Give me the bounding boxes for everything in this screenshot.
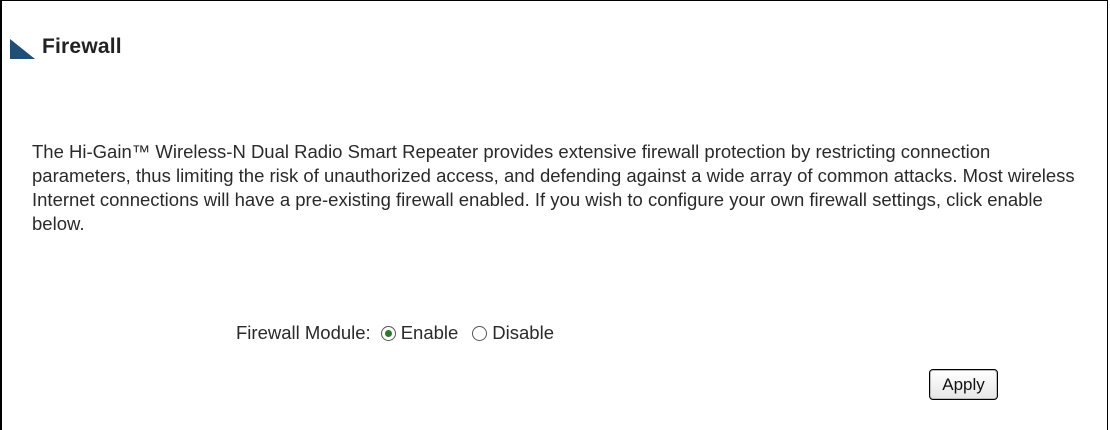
radio-selected-icon[interactable]: [380, 325, 396, 341]
section-header: Firewall: [10, 32, 122, 62]
apply-button[interactable]: Apply: [929, 369, 998, 400]
radio-unselected-icon[interactable]: [472, 325, 488, 341]
firewall-module-setting: Firewall Module: Enable Disable: [236, 320, 568, 346]
page-title: Firewall: [42, 35, 122, 58]
enable-label[interactable]: Enable: [401, 322, 459, 344]
firewall-description: The Hi-Gain™ Wireless-N Dual Radio Smart…: [32, 141, 1075, 234]
disable-label[interactable]: Disable: [492, 322, 554, 344]
firewall-module-label: Firewall Module:: [236, 322, 371, 343]
radio-dot: [384, 329, 392, 337]
disable-option[interactable]: Disable: [472, 322, 554, 344]
triangle-marker-icon: [10, 39, 35, 59]
enable-option[interactable]: Enable: [380, 322, 459, 344]
